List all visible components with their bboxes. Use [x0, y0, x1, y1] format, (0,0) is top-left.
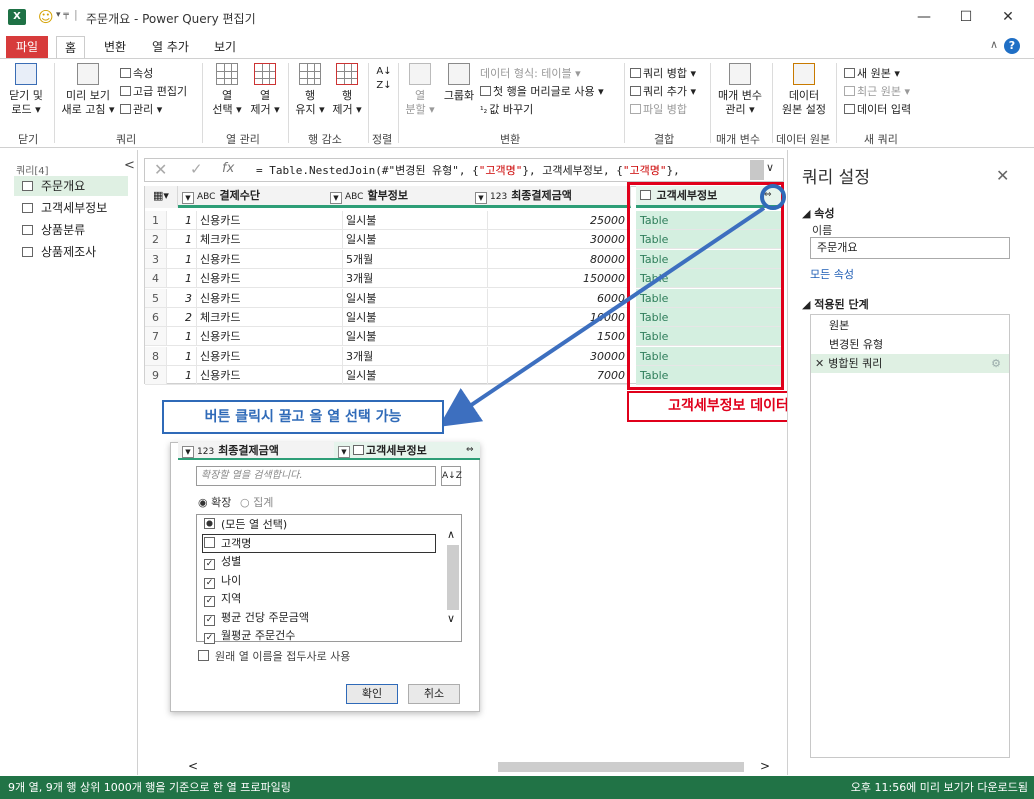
option-label: 평균 건당 주문금액 [221, 611, 309, 624]
checkbox-icon [204, 537, 215, 548]
status-bar: 9개 열, 9개 행 상위 1000개 행을 기준으로 한 열 프로파일링 오후… [0, 776, 1034, 799]
expand-search-input[interactable]: 확장할 열을 검색합니다. [196, 466, 436, 486]
column-name: 고객세부정보 [366, 444, 427, 457]
query-settings-title: 쿼리 설정 [802, 168, 870, 188]
type-number-icon: 123 [197, 447, 215, 457]
checkbox-icon: ✓ [204, 578, 215, 589]
prefix-checkbox[interactable]: 원래 열 이름을 접두사로 사용 [198, 648, 350, 666]
annotation-blue: 버튼 클릭시 끌고 올 열 선택 가능 [162, 400, 444, 434]
radio-label: 확장 [211, 496, 232, 509]
step-label: 병합된 쿼리 [828, 357, 883, 370]
step-source[interactable]: 원본 [811, 316, 1009, 335]
radio-label: 집계 [253, 496, 274, 509]
ok-button[interactable]: 확인 [346, 684, 398, 704]
properties-header[interactable]: ◢ 속성 [802, 205, 835, 221]
dialog-column-header-amount: ▼ 123 최종결제금액 [178, 442, 334, 460]
expand-option[interactable]: ✓ 성별 [204, 553, 241, 571]
expand-option[interactable]: ✓ 평균 건당 주문금액 [204, 609, 309, 627]
step-merged-queries[interactable]: ✕ 병합된 쿼리 ⚙ [811, 354, 1009, 373]
step-changed-type[interactable]: 변경된 유형 [811, 335, 1009, 354]
option-label: 지역 [221, 592, 242, 605]
expand-option[interactable]: ✓ 월평균 주문건수 [204, 627, 295, 645]
status-left: 9개 열, 9개 행 상위 1000개 행을 기준으로 한 열 프로파일링 [8, 781, 291, 794]
gear-icon[interactable]: ⚙ [991, 354, 1001, 373]
list-scroll-thumb[interactable] [447, 545, 459, 610]
sort-columns-button[interactable]: A↓Z [441, 466, 462, 486]
radio-aggregate[interactable]: ○ 집계 [240, 494, 273, 510]
checkbox-icon [204, 518, 215, 529]
expand-option[interactable]: 고객명 [204, 535, 251, 553]
scroll-down-icon[interactable]: ∨ [447, 612, 455, 625]
option-label: (모든 열 선택) [221, 518, 288, 531]
scroll-up-icon[interactable]: ∧ [447, 528, 455, 541]
checkbox-icon: ✓ [204, 633, 215, 644]
column-name: 최종결제금액 [218, 444, 279, 457]
expand-column-icon[interactable]: ⇔ [466, 445, 474, 455]
checkbox-icon: ✓ [204, 615, 215, 626]
applied-steps-header[interactable]: ◢ 적용된 단계 [802, 296, 869, 312]
radio-expand[interactable]: ◉ 확장 [198, 494, 231, 510]
option-label: 나이 [221, 574, 242, 587]
prefix-label: 원래 열 이름을 접두사로 사용 [215, 650, 351, 663]
scroll-left-icon[interactable]: < [188, 759, 198, 773]
option-label: 월평균 주문건수 [221, 629, 296, 642]
option-label: 고객명 [221, 537, 252, 550]
expand-option[interactable]: ✓ 나이 [204, 572, 241, 590]
option-label: 성별 [221, 555, 242, 568]
dialog-column-header-detail: ▼ 고객세부정보 [334, 442, 480, 460]
close-settings-icon[interactable]: ✕ [996, 166, 1009, 185]
name-label: 이름 [812, 224, 833, 237]
expand-option[interactable]: (모든 열 선택) [204, 516, 287, 534]
horizontal-scroll-thumb[interactable] [498, 762, 744, 772]
column-filter-icon: ▼ [182, 446, 194, 458]
all-properties-link[interactable]: 모든 속성 [810, 266, 854, 282]
scroll-right-icon[interactable]: > [760, 759, 770, 773]
cancel-button[interactable]: 취소 [408, 684, 460, 704]
checkbox-icon: ✓ [204, 596, 215, 607]
query-name-input[interactable]: 주문개요 [810, 237, 1010, 259]
checkbox-icon: ✓ [204, 559, 215, 570]
status-right: 오후 11:56에 미리 보기가 다운로드됨 [850, 781, 1028, 794]
delete-step-icon[interactable]: ✕ [815, 357, 824, 370]
expand-option[interactable]: ✓ 지역 [204, 590, 241, 608]
table-type-icon [353, 445, 364, 455]
checkbox-icon [198, 650, 209, 661]
column-filter-icon: ▼ [338, 446, 350, 458]
applied-steps-list [810, 314, 1010, 758]
